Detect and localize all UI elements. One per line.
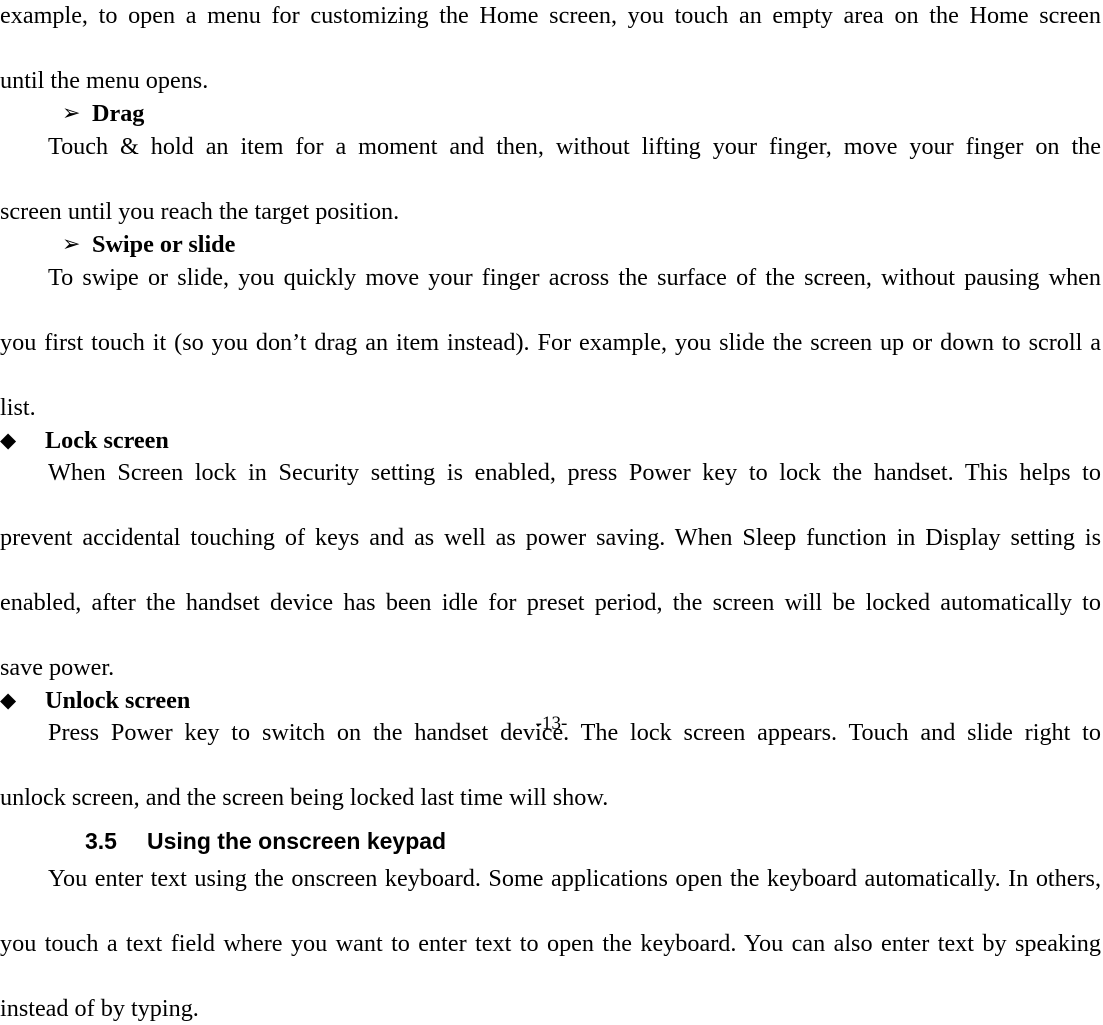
text-line: You enter text using the onscreen keyboa…	[0, 863, 1101, 928]
page-content: example, to open a menu for customizing …	[0, 0, 1101, 1025]
paragraph-lock-screen: When Screen lock in Security setting is …	[0, 457, 1101, 685]
paragraph-onscreen-keyboard: You enter text using the onscreen keyboa…	[0, 863, 1101, 1025]
heading-label: Lock screen	[45, 427, 169, 454]
heading-label: Unlock screen	[45, 687, 190, 714]
text-line: unlock screen, and the screen being lock…	[0, 782, 1101, 815]
text-line: To swipe or slide, you quickly move your…	[0, 262, 1101, 327]
heading-drag: ➢Drag	[0, 98, 1101, 132]
heading-label: Swipe or slide	[92, 231, 235, 258]
text-line: example, to open a menu for customizing …	[0, 0, 1101, 65]
section-title: Using the onscreen keypad	[147, 828, 446, 854]
diamond-bullet-icon: ◆	[0, 424, 45, 457]
heading-label: Drag	[92, 100, 144, 127]
text-line: until the menu opens.	[0, 65, 1101, 98]
text-line: When Screen lock in Security setting is …	[0, 457, 1101, 522]
paragraph-drag: Touch & hold an item for a moment and th…	[0, 131, 1101, 229]
page-number-footer: -13-	[0, 713, 1103, 735]
text-line: enabled, after the handset device has be…	[0, 587, 1101, 652]
section-heading-3-5: 3.5Using the onscreen keypad	[0, 815, 1101, 863]
section-number: 3.5	[85, 821, 147, 861]
text-line: save power.	[0, 652, 1101, 685]
text-line: screen until you reach the target positi…	[0, 196, 1101, 229]
text-line: you first touch it (so you don’t drag an…	[0, 327, 1101, 392]
paragraph-touch-and-hold-continued: example, to open a menu for customizing …	[0, 0, 1101, 98]
heading-swipe-or-slide: ➢Swipe or slide	[0, 229, 1101, 263]
text-line: you touch a text field where you want to…	[0, 928, 1101, 993]
arrow-bullet-icon: ➢	[62, 229, 92, 262]
paragraph-swipe-or-slide: To swipe or slide, you quickly move your…	[0, 262, 1101, 425]
diamond-bullet-icon: ◆	[0, 684, 45, 717]
heading-lock-screen: ◆Lock screen	[0, 425, 1101, 458]
arrow-bullet-icon: ➢	[62, 98, 92, 131]
document-page: example, to open a menu for customizing …	[0, 0, 1103, 735]
text-line: Touch & hold an item for a moment and th…	[0, 131, 1101, 196]
text-line: instead of by typing.	[0, 993, 1101, 1025]
text-line: prevent accidental touching of keys and …	[0, 522, 1101, 587]
text-line: list.	[0, 392, 1101, 425]
